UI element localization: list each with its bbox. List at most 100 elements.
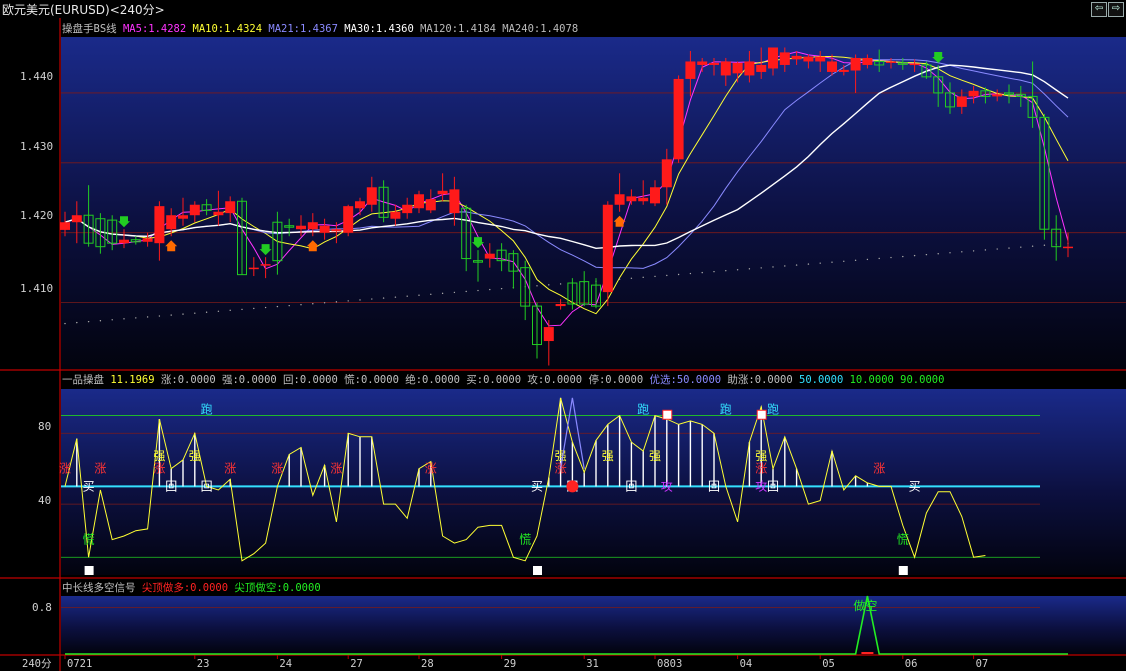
ma240-dot (1043, 244, 1046, 246)
ma240-dot (807, 263, 810, 265)
indicator-label-run: 跑 (201, 403, 213, 417)
main-legend-item: MA21:1.4367 (262, 23, 338, 35)
x-tick-label: 24 (279, 658, 292, 670)
ytick-main-1: 1.440 (20, 70, 53, 83)
ma240-dot (146, 316, 149, 318)
ytick-sig: 0.8 (32, 601, 52, 614)
ma240-dot (654, 275, 656, 278)
indicator-label-rise: 涨 (94, 460, 106, 475)
candle-body-up (968, 90, 979, 97)
candle-body-up (709, 62, 719, 65)
x-tick-label: 06 (905, 658, 918, 670)
indicator-label-strong: 强 (153, 449, 165, 463)
indicator-label-panic: 慌 (83, 532, 95, 546)
candle-body-up (626, 196, 637, 202)
candle-body-up (768, 47, 778, 69)
indicator-square (84, 566, 94, 575)
main-legend-item: MA30:1.4360 (338, 23, 414, 35)
ma240-dot (843, 260, 845, 262)
indicator-legend-item: 优选:50.0000 (643, 373, 721, 386)
ma240-dot (371, 298, 373, 300)
x-tick-label: 23 (197, 658, 210, 670)
indicator-label-strong: 强 (649, 449, 661, 463)
x-tick-label: 07 (976, 658, 989, 670)
ma240-dot (536, 285, 538, 287)
candle-body-up (154, 206, 165, 244)
ma240-dot (347, 300, 349, 302)
indicator-panel-bg (61, 389, 1126, 575)
main-legend-item: MA240:1.4078 (496, 23, 578, 35)
indicator-label-back: 回 (708, 479, 720, 493)
ma240-dot (430, 293, 432, 296)
candle-body-up (862, 57, 873, 65)
indicator-square-top (756, 409, 767, 420)
ma240-dot (559, 283, 562, 285)
candle-body-up (1063, 246, 1073, 249)
signal-legend-item: 尖顶做空:0.0000 (228, 581, 321, 594)
candle-body-up (213, 211, 224, 216)
candle-body-up (484, 253, 495, 259)
main-legend-item: MA120:1.4184 (414, 23, 496, 35)
ma240-dot (276, 305, 279, 308)
x-tick-label: 0803 (657, 658, 682, 670)
main-legend-item: MA10:1.4324 (186, 23, 262, 35)
indicator-square-top (662, 409, 673, 420)
ma240-dot (300, 303, 302, 306)
ma240-dot (335, 301, 338, 303)
candle-body-up (602, 204, 613, 293)
indicator-legend-item: 一品操盘 (62, 373, 104, 386)
indicator-label-panic: 慌 (897, 532, 909, 546)
indicator-legend-item: 攻:0.0000 (521, 373, 582, 386)
candle-body-up (744, 61, 755, 76)
signal-legend-item: 中长线多空信号 (62, 581, 136, 594)
ma240-dot (913, 254, 916, 257)
candle-body-up (803, 56, 814, 62)
ma240-dot (194, 312, 196, 314)
x-tick-label: 31 (586, 658, 599, 670)
ma240-dot (984, 249, 987, 251)
chart-svg[interactable]: 操盘手BS线 MA5:1.4282 MA10:1.4324 MA21:1.436… (0, 0, 1126, 671)
indicator-label-buy: 买 (909, 479, 921, 493)
ma240-dot (158, 315, 161, 317)
ma240-dot (972, 250, 975, 252)
indicator-label-strong: 强 (555, 449, 567, 463)
candle-body-up (732, 62, 743, 74)
ma240-dot (784, 265, 786, 267)
ytick-ind-40: 40 (38, 494, 51, 507)
candle-body-up (71, 215, 82, 223)
candle-body-up (543, 327, 554, 342)
ma240-dot (725, 270, 727, 272)
indicator-label-back: 回 (625, 479, 637, 493)
indicator-label-rise: 涨 (59, 460, 71, 475)
x-tick-label: 28 (421, 658, 434, 670)
candle-body-up (555, 303, 566, 307)
candle-body-up (307, 222, 318, 230)
indicator-legend-item: 90.0000 (894, 374, 945, 386)
main-legend-item: 操盘手BS线 (62, 22, 117, 35)
candle-body-up (437, 190, 448, 195)
candle-body-up (956, 96, 967, 107)
ma240-dot (618, 278, 621, 280)
ma240-dot (253, 307, 255, 310)
ma240-dot (394, 296, 397, 298)
indicator-label-rise: 涨 (330, 460, 342, 475)
candle-body-up (650, 187, 660, 204)
indicator-label-rise: 涨 (224, 460, 236, 475)
period-label: 240分 (22, 658, 52, 670)
ma240-dot (229, 309, 231, 312)
indicator-legend: 一品操盘 11.1969 涨:0.0000 强:0.0000 回:0.0000 … (62, 373, 944, 386)
x-tick-label: 0721 (67, 658, 92, 670)
x-tick-label: 27 (350, 658, 363, 670)
indicator-label-run: 跑 (720, 403, 732, 417)
indicator-label-attack: 攻 (661, 479, 673, 493)
candle-body-up (685, 61, 696, 79)
candle-body-up (248, 267, 259, 270)
indicator-label-strong: 强 (189, 449, 201, 463)
indicator-label-back: 回 (201, 479, 213, 493)
ma240-dot (406, 295, 408, 297)
x-tick-label: 29 (504, 658, 517, 670)
ma240-dot (135, 317, 137, 319)
x-axis-ticks: 0721 23 24 27 28 29 31 0803 04 05 06 07 (64, 655, 989, 670)
ma240-dot (241, 308, 243, 311)
ma240-dot (1008, 247, 1010, 249)
